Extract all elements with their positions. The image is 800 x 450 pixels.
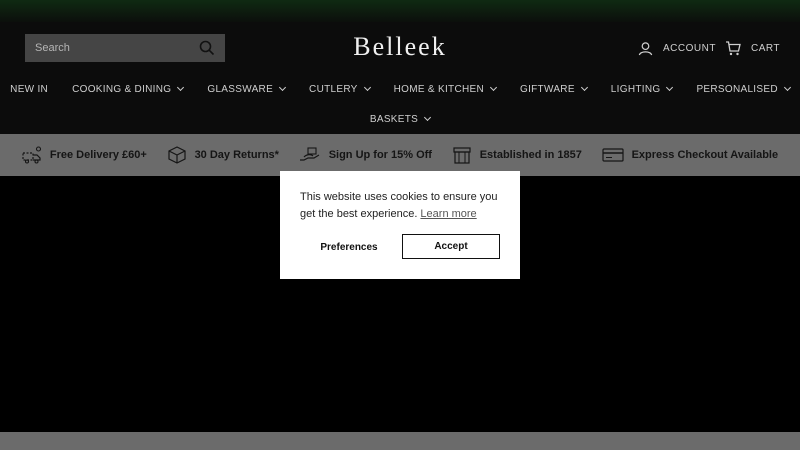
signup-hand-icon: [299, 147, 319, 161]
main-nav-row-1: NEW IN COOKING & DINING GLASSWARE CUTLER…: [0, 82, 800, 96]
chevron-down-icon: [279, 83, 287, 92]
accept-button[interactable]: Accept: [402, 234, 500, 259]
chevron-down-icon: [783, 83, 791, 92]
nav-item-glassware[interactable]: GLASSWARE: [207, 82, 287, 96]
nav-item-personalised[interactable]: PERSONALISED: [696, 82, 791, 96]
chevron-down-icon: [363, 83, 371, 92]
chevron-down-icon: [666, 83, 674, 92]
returns-box-icon: [167, 146, 186, 164]
nav-item-baskets[interactable]: BASKETS: [370, 112, 432, 126]
benefit-sign-up: Sign Up for 15% Off: [299, 146, 432, 164]
nav-item-lighting[interactable]: LIGHTING: [611, 82, 674, 96]
cart-label: CART: [751, 42, 781, 54]
delivery-truck-icon: [22, 146, 41, 164]
search-icon[interactable]: [199, 40, 215, 56]
nav-item-home-kitchen[interactable]: HOME & KITCHEN: [394, 82, 498, 96]
site-logo[interactable]: Belleek: [300, 32, 500, 62]
preferences-button[interactable]: Preferences: [302, 235, 396, 259]
chevron-down-icon: [580, 83, 588, 92]
cart-link[interactable]: CART: [725, 39, 780, 57]
nav-item-cooking-dining[interactable]: COOKING & DINING: [72, 82, 185, 96]
credit-card-icon: [601, 148, 624, 162]
cart-icon: [726, 41, 741, 56]
cookie-message: This website uses cookies to ensure you …: [300, 191, 498, 220]
promo-bar: [0, 0, 800, 22]
cookie-consent-dialog: This website uses cookies to ensure you …: [280, 171, 520, 279]
account-label: ACCOUNT: [663, 42, 716, 54]
main-nav-row-2: BASKETS: [0, 112, 800, 126]
chevron-down-icon: [489, 83, 498, 92]
benefit-express-checkout: Express Checkout Available: [601, 147, 778, 163]
account-link[interactable]: ACCOUNT: [638, 39, 716, 57]
benefit-free-delivery: Free Delivery £60+: [22, 146, 147, 164]
learn-more-link[interactable]: Learn more: [420, 208, 476, 220]
section-band: [0, 432, 800, 450]
nav-item-giftware[interactable]: GIFTWARE: [520, 82, 588, 96]
search-input[interactable]: [25, 34, 190, 62]
nav-item-new-in[interactable]: NEW IN: [10, 82, 48, 96]
chevron-down-icon: [424, 113, 432, 122]
user-icon: [638, 41, 653, 55]
search-box: [25, 34, 225, 62]
benefit-returns: 30 Day Returns*: [167, 146, 279, 164]
nav-item-cutlery[interactable]: CUTLERY: [309, 82, 371, 96]
benefit-established: Established in 1857: [452, 146, 582, 164]
benefits-bar: Free Delivery £60+ 30 Day Returns* Sign …: [0, 134, 800, 176]
storefront-icon: [453, 147, 471, 164]
chevron-down-icon: [177, 83, 185, 92]
site-header: Belleek ACCOUNT CART NEW IN COOKING & DI…: [0, 22, 800, 134]
